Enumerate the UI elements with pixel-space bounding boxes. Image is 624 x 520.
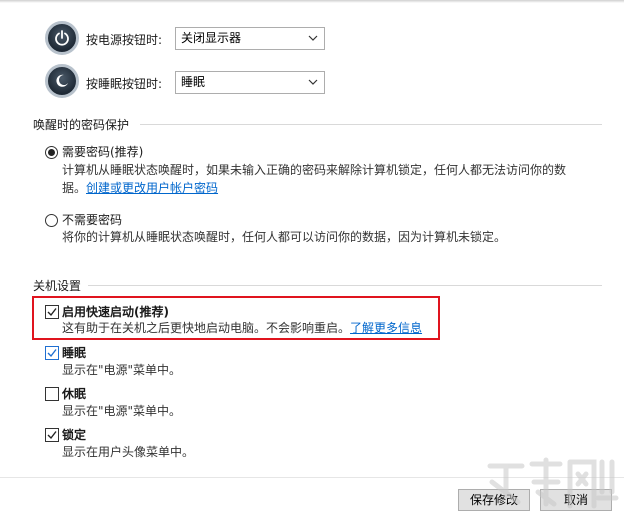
- wake-password-title: 唤醒时的密码保护: [33, 118, 130, 132]
- hibernate-label: 休眠: [62, 387, 87, 401]
- require-password-desc-line1: 计算机从睡眠状态唤醒时，如果未输入正确的密码来解除计算机锁定，任何人都无法访问你…: [62, 163, 567, 177]
- chevron-down-icon: [308, 79, 318, 85]
- power-button-select-value: 关闭显示器: [181, 31, 242, 45]
- power-button-label: 按电源按钮时:: [86, 33, 163, 47]
- section-divider: [140, 124, 602, 125]
- sleep-button-icon: [45, 64, 79, 98]
- checkmark-icon: [47, 308, 57, 317]
- fast-startup-checkbox[interactable]: [45, 305, 59, 319]
- learn-more-link[interactable]: 了解更多信息: [350, 321, 422, 335]
- require-password-label: 需要密码(推荐): [62, 145, 144, 159]
- sleep-button-select-value: 睡眠: [181, 75, 206, 89]
- create-password-link[interactable]: 创建或更改用户帐户密码: [86, 181, 218, 195]
- sleep-button-select[interactable]: 睡眠: [175, 71, 325, 94]
- sleep-label: 睡眠: [62, 346, 87, 360]
- power-button-icon: [45, 21, 79, 55]
- sleep-desc: 显示在"电源"菜单中。: [62, 363, 182, 377]
- checkmark-icon: [47, 349, 57, 358]
- require-password-desc: 计算机从睡眠状态唤醒时，如果未输入正确的密码来解除计算机锁定，任何人都无法访问你…: [62, 161, 602, 197]
- no-password-desc: 将你的计算机从睡眠状态唤醒时，任何人都可以访问你的数据，因为计算机未锁定。: [62, 230, 507, 244]
- no-password-label: 不需要密码: [62, 213, 123, 227]
- no-password-radio[interactable]: [45, 214, 58, 227]
- lock-desc: 显示在用户头像菜单中。: [62, 445, 195, 459]
- lock-label: 锁定: [62, 428, 87, 442]
- sleep-button-label: 按睡眠按钮时:: [86, 77, 163, 91]
- require-password-radio[interactable]: [45, 146, 58, 159]
- fast-startup-label: 启用快速启动(推荐): [62, 305, 169, 319]
- lock-checkbox[interactable]: [45, 428, 59, 442]
- checkmark-icon: [47, 431, 57, 440]
- fast-startup-desc-row: 这有助于在关机之后更快地启动电脑。不会影响重启。了解更多信息: [62, 319, 422, 337]
- section-divider: [88, 285, 602, 286]
- sleep-checkbox[interactable]: [45, 346, 59, 360]
- chevron-down-icon: [308, 35, 318, 41]
- require-password-desc-prefix: 据。: [62, 181, 87, 195]
- shutdown-settings-title: 关机设置: [33, 279, 82, 293]
- require-password-desc-line2: 据。创建或更改用户帐户密码: [62, 179, 602, 197]
- watermark-logo: [487, 457, 619, 509]
- fast-startup-desc: 这有助于在关机之后更快地启动电脑。不会影响重启。: [62, 321, 351, 335]
- top-edge: [0, 0, 624, 3]
- hibernate-checkbox[interactable]: [45, 387, 59, 401]
- hibernate-desc: 显示在"电源"菜单中。: [62, 404, 182, 418]
- power-button-select[interactable]: 关闭显示器: [175, 27, 325, 50]
